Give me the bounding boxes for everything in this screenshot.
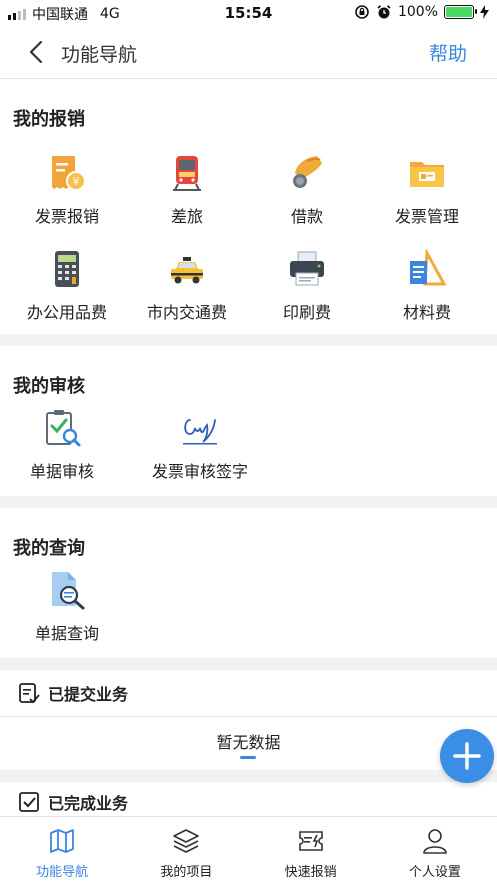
grid-item-office-supplies[interactable]: 办公用品费 [7, 229, 127, 325]
materials-icon [410, 249, 447, 286]
tab-quick-reimburse[interactable]: 快速报销 [249, 817, 373, 883]
main-content: 我的报销 ¥ 发票报销 差旅 借款 发票管理 办公用品费 市内交通费 印刷费 材… [0, 79, 497, 822]
grid-item-invoice-manage[interactable]: 发票管理 [367, 133, 487, 229]
loan-hand-icon [293, 156, 322, 188]
plus-icon [453, 742, 481, 770]
signature-icon [183, 419, 217, 445]
review-section: 我的审核 单据审核 发票审核签字 [0, 346, 497, 496]
grid-item-label: 材料费 [402, 303, 451, 322]
battery-percent: 100% [397, 4, 438, 20]
status-bar: 中国联通 4G 15:54 100% [0, 0, 497, 26]
tab-function-nav[interactable]: 功能导航 [0, 817, 124, 883]
calculator-icon [55, 251, 79, 287]
empty-indicator [240, 756, 256, 759]
nav-bar: 功能导航 帮助 [0, 26, 497, 79]
grid-item-label: 借款 [290, 207, 323, 226]
back-arrow-icon[interactable] [26, 40, 48, 64]
grid-item-printing[interactable]: 印刷费 [247, 229, 367, 325]
submitted-header[interactable]: 已提交业务 [0, 670, 497, 717]
grid-item-label: 发票审核签字 [151, 462, 248, 481]
tab-label: 我的项目 [160, 865, 213, 880]
quick-ticket-icon [298, 831, 323, 851]
tab-label: 快速报销 [284, 865, 337, 880]
tab-label: 个人设置 [408, 865, 461, 880]
grid-item-label: 市内交通费 [146, 303, 227, 322]
section-title: 我的查询 [13, 538, 85, 559]
invoice-icon: ¥ [52, 156, 86, 191]
rotation-lock-icon [355, 5, 369, 19]
alarm-icon [377, 5, 391, 19]
grid-item-document-review[interactable]: 单据审核 [2, 400, 122, 496]
grid-item-materials[interactable]: 材料费 [367, 229, 487, 325]
grid-item-label: 单据查询 [34, 624, 99, 643]
grid-item-label: 办公用品费 [26, 303, 107, 322]
reimburse-grid: ¥ 发票报销 差旅 借款 发票管理 办公用品费 市内交通费 印刷费 材料费 [0, 133, 497, 325]
query-section: 我的查询 单据查询 [0, 508, 497, 658]
grid-item-city-transport[interactable]: 市内交通费 [127, 229, 247, 325]
reimburse-section: 我的报销 ¥ 发票报销 差旅 借款 发票管理 办公用品费 市内交通费 印刷费 材… [0, 79, 497, 334]
grid-item-loan[interactable]: 借款 [247, 133, 367, 229]
tab-personal-settings[interactable]: 个人设置 [373, 817, 497, 883]
help-button[interactable]: 帮助 [429, 39, 467, 66]
tab-bar: 功能导航 我的项目 快速报销 个人设置 [0, 816, 497, 883]
grid-item-label: 发票报销 [34, 207, 99, 226]
document-search-icon [52, 572, 85, 610]
empty-text: 暂无数据 [216, 733, 281, 752]
train-icon [173, 156, 201, 191]
submitted-list-icon [19, 683, 40, 704]
battery-icon [444, 5, 477, 19]
grid-item-label: 发票管理 [394, 207, 459, 226]
charging-icon [480, 5, 489, 19]
grid-item-travel[interactable]: 差旅 [127, 133, 247, 229]
layers-icon [173, 829, 200, 853]
tab-label: 功能导航 [36, 865, 89, 880]
map-icon [50, 829, 75, 853]
empty-state: 暂无数据 [0, 717, 497, 770]
tab-my-projects[interactable]: 我的项目 [124, 817, 248, 883]
add-button[interactable] [440, 729, 494, 783]
user-icon [423, 829, 447, 854]
checkbox-checked-icon [19, 792, 39, 812]
submitted-label: 已提交业务 [48, 685, 129, 704]
status-right: 100% [354, 4, 489, 20]
grid-item-document-query[interactable]: 单据查询 [7, 562, 127, 658]
grid-item-invoice-sign[interactable]: 发票审核签字 [130, 400, 270, 496]
review-grid: 单据审核 发票审核签字 [0, 400, 497, 496]
grid-item-label: 差旅 [170, 207, 203, 226]
folder-icon [410, 162, 444, 187]
printer-icon [290, 251, 324, 286]
page-title: 功能导航 [61, 44, 138, 66]
svg-text:¥: ¥ [73, 175, 80, 188]
taxi-icon [171, 257, 203, 284]
grid-item-invoice-reimburse[interactable]: ¥ 发票报销 [7, 133, 127, 229]
section-title: 我的审核 [13, 376, 85, 397]
grid-item-label: 单据审核 [29, 462, 94, 481]
section-title: 我的报销 [13, 109, 85, 130]
completed-label: 已完成业务 [48, 794, 129, 813]
clipboard-check-icon [46, 410, 81, 447]
query-grid: 单据查询 [0, 562, 497, 658]
grid-item-label: 印刷费 [282, 303, 331, 322]
